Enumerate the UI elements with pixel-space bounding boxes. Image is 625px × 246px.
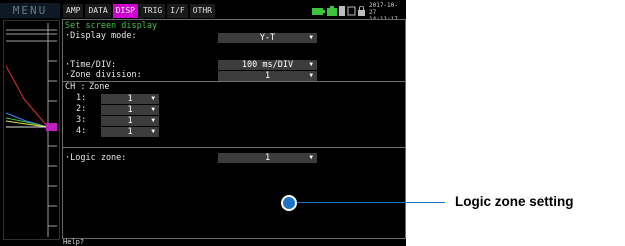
chevron-down-icon: ▼ bbox=[151, 106, 155, 113]
logic-zone-dropdown[interactable]: 1 ▼ bbox=[218, 153, 317, 163]
logic-zone-label: ·Logic zone: bbox=[65, 153, 127, 163]
tab-if[interactable]: I/F bbox=[167, 4, 188, 18]
channel-4-zone-dropdown[interactable]: 1 ▼ bbox=[101, 127, 159, 137]
battery-icon bbox=[312, 7, 325, 15]
display-mode-label: ·Display mode: bbox=[65, 31, 137, 41]
channel-label: 4: bbox=[76, 126, 87, 136]
waveform-preview bbox=[5, 23, 57, 237]
status-icons bbox=[312, 6, 365, 16]
page-title: Set screen display bbox=[65, 21, 158, 31]
callout-label: Logic zone setting bbox=[455, 194, 574, 209]
channel-1-zone-value: 1 bbox=[127, 94, 133, 104]
logic-zone-value: 1 bbox=[264, 153, 271, 163]
memory-card-icon bbox=[339, 6, 345, 16]
lock-icon bbox=[358, 6, 365, 16]
display-mode-dropdown[interactable]: Y-T ▼ bbox=[218, 33, 317, 43]
tab-amp[interactable]: AMP bbox=[63, 4, 84, 18]
waveform-preview-panel bbox=[3, 20, 60, 240]
time-div-dropdown[interactable]: 100 ms/DIV ▼ bbox=[218, 60, 317, 70]
channel-label: 1: bbox=[76, 93, 87, 103]
waveform-trace-red bbox=[5, 65, 49, 128]
time-div-label: ·Time/DIV: bbox=[65, 60, 117, 70]
display-mode-value: Y-T bbox=[259, 33, 276, 43]
tab-othr[interactable]: OTHR bbox=[189, 4, 215, 18]
chevron-down-icon: ▼ bbox=[309, 61, 313, 68]
ch-header: CH : bbox=[65, 82, 86, 92]
channel-3-zone-value: 1 bbox=[127, 116, 133, 126]
channel-label: 3: bbox=[76, 115, 87, 125]
callout-marker bbox=[281, 195, 297, 211]
zone-header: Zone bbox=[89, 82, 110, 92]
chevron-down-icon: ▼ bbox=[309, 72, 313, 79]
menu-tabs: AMP DATA DISP TRIG I/F OTHR bbox=[63, 4, 215, 18]
channel-label: 2: bbox=[76, 104, 87, 114]
menu-button[interactable]: MENU bbox=[0, 3, 60, 18]
channel-1-zone-dropdown[interactable]: 1 ▼ bbox=[101, 94, 159, 104]
settings-panel: Set screen display ·Display mode: Y-T ▼ … bbox=[62, 19, 406, 239]
time-div-value: 100 ms/DIV bbox=[241, 60, 294, 70]
chevron-down-icon: ▼ bbox=[151, 117, 155, 124]
zone-division-dropdown[interactable]: 1 ▼ bbox=[218, 71, 317, 81]
chevron-down-icon: ▼ bbox=[151, 95, 155, 102]
divider bbox=[63, 81, 405, 82]
tab-disp[interactable]: DISP bbox=[112, 4, 138, 18]
help-text[interactable]: Help? bbox=[63, 238, 84, 246]
usb-icon bbox=[347, 6, 356, 16]
zone-division-value: 1 bbox=[264, 71, 271, 81]
channel-4-zone-value: 1 bbox=[127, 127, 133, 137]
device-screen: MENU AMP DATA DISP TRIG I/F OTHR 2017-10… bbox=[0, 0, 406, 246]
channel-2-zone-dropdown[interactable]: 1 ▼ bbox=[101, 105, 159, 115]
tab-trig[interactable]: TRIG bbox=[139, 4, 166, 18]
chevron-down-icon: ▼ bbox=[309, 154, 313, 161]
tab-data[interactable]: DATA bbox=[85, 4, 111, 18]
zone-division-label: ·Zone division: bbox=[65, 70, 142, 80]
date-text: 2017-10-27 bbox=[369, 2, 398, 16]
channel-2-zone-value: 1 bbox=[127, 105, 133, 115]
chevron-down-icon: ▼ bbox=[151, 128, 155, 135]
chevron-down-icon: ▼ bbox=[309, 34, 313, 41]
channel-3-zone-dropdown[interactable]: 1 ▼ bbox=[101, 116, 159, 126]
callout-line bbox=[297, 202, 445, 203]
divider bbox=[63, 147, 405, 148]
cursor-marker-icon bbox=[46, 123, 57, 131]
ac-power-icon bbox=[327, 6, 337, 16]
